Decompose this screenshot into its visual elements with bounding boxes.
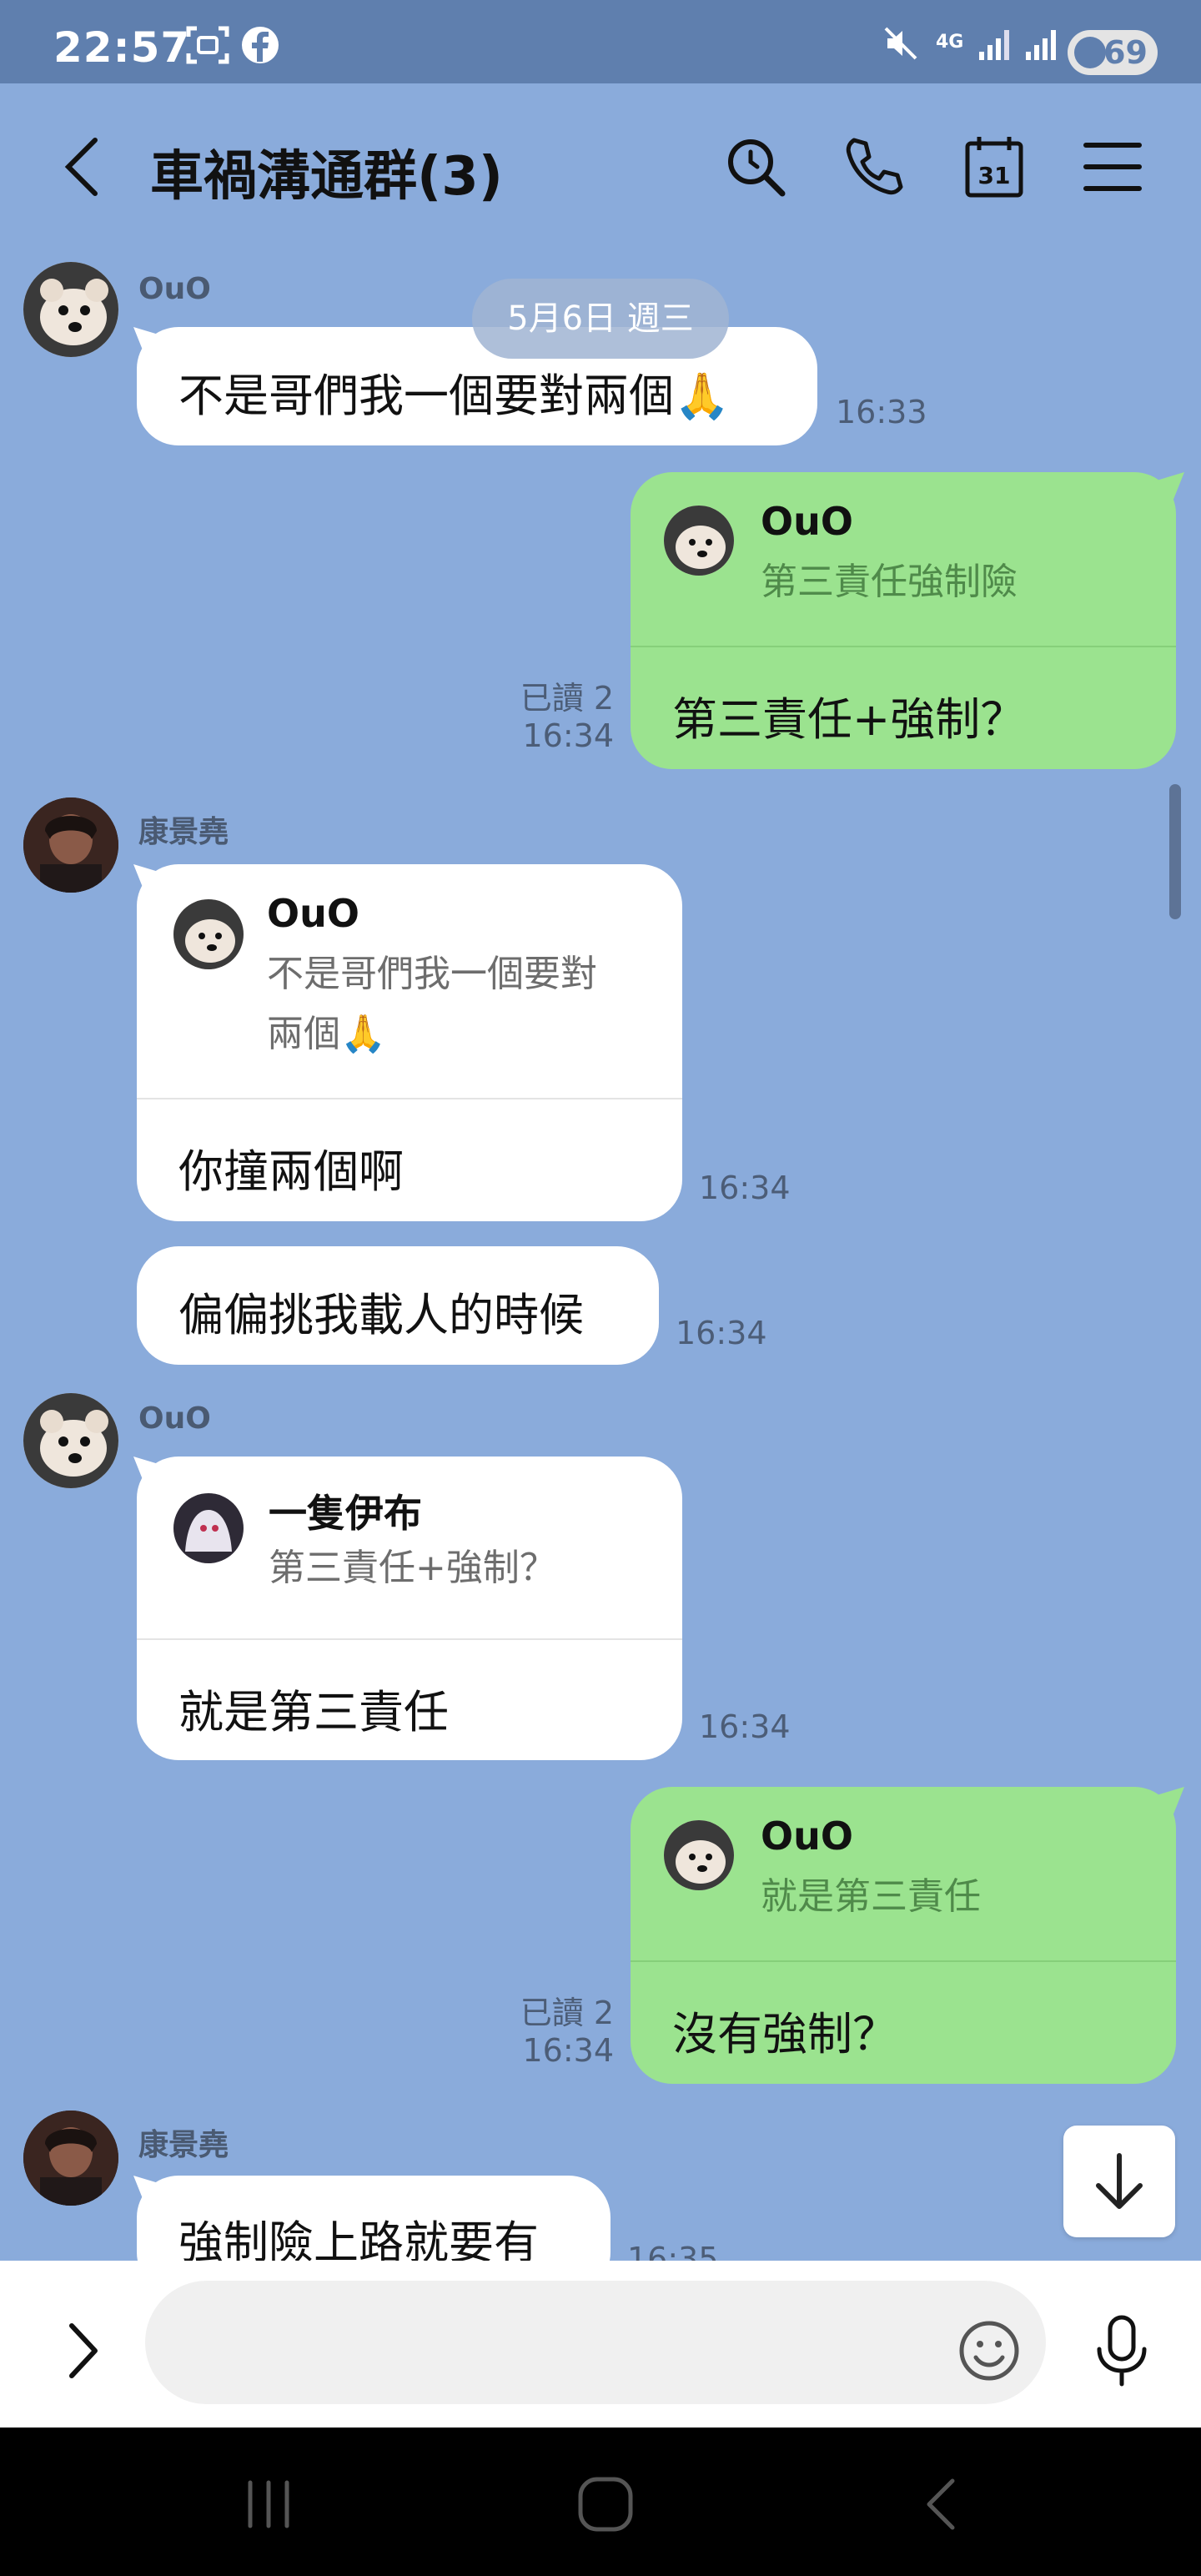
message-text: 你撞兩個啊 (178, 1145, 404, 1198)
bubble-tail (1151, 1787, 1184, 1820)
message-text: 第三責任+強制？ (672, 693, 1026, 746)
message-bubble[interactable]: 強制險上路就要有 (137, 2176, 611, 2261)
battery-icon: 69 (1068, 30, 1158, 75)
message-bubble[interactable]: 偏偏挑我載人的時候 (137, 1246, 659, 1365)
recent-apps-icon[interactable] (235, 2471, 302, 2538)
message-time: 16:34 (522, 2032, 614, 2069)
message-text: 不是哥們我一個要對兩個🙏 (178, 370, 731, 422)
status-bar: 22:57 4G 69 (0, 0, 1201, 83)
reply-quote: 第三責任+強制？ (269, 1547, 556, 1589)
network-type: 4G (936, 32, 964, 53)
date-separator: 5月6日 週三 (472, 279, 729, 359)
sender-name: 康景堯 (138, 815, 229, 849)
message-time: 16:34 (676, 1315, 767, 1351)
reply-sender-name: OuO (761, 1814, 853, 1859)
reply-sender-name: OuO (761, 499, 853, 544)
reply-quote: 兩個🙏 (267, 1013, 386, 1055)
message-time: 16:34 (699, 1170, 791, 1206)
mute-icon (884, 27, 917, 60)
reply-divider (631, 646, 1176, 647)
status-time: 22:57 (53, 23, 191, 72)
dog-avatar-icon (664, 1820, 734, 1890)
dog-avatar-icon (664, 506, 734, 576)
read-receipt: 已讀 2 (520, 1995, 614, 2031)
message-input[interactable] (145, 2281, 1046, 2404)
system-navigation-bar (0, 2428, 1201, 2576)
home-icon[interactable] (572, 2471, 639, 2538)
search-icon[interactable] (721, 132, 791, 202)
read-receipt: 已讀 2 (520, 680, 614, 717)
reply-avatar (173, 1493, 244, 1563)
dog-avatar-icon (23, 262, 118, 357)
message-text: 偏偏挑我載人的時候 (178, 1289, 584, 1341)
message-bubble-own[interactable]: OuO 第三責任強制險 第三責任+強制？ (631, 472, 1176, 769)
reply-divider (631, 1960, 1176, 1962)
message-text: 就是第三責任 (178, 1686, 449, 1738)
reply-avatar (173, 899, 244, 969)
back-nav-icon[interactable] (909, 2471, 976, 2538)
message-time: 16:33 (836, 394, 927, 430)
calendar-day: 31 (978, 162, 1011, 189)
message-time: 16:34 (522, 717, 614, 754)
bubble-tail (1151, 472, 1184, 506)
person-avatar-icon (23, 2111, 118, 2206)
menu-icon[interactable] (1078, 132, 1148, 202)
battery-saver-icon (1074, 37, 1106, 68)
signal-icon (979, 30, 1056, 60)
calendar-icon[interactable]: 31 (959, 132, 1029, 202)
screenshot-icon (186, 26, 229, 64)
message-bubble[interactable]: OuO 不是哥們我一個要對 兩個🙏 你撞兩個啊 (137, 864, 682, 1221)
chat-header: 車禍溝通群(3) 31 (0, 83, 1201, 250)
sender-name: OuO (138, 272, 211, 306)
message-time: 16:35 (627, 2241, 719, 2261)
call-icon[interactable] (839, 132, 909, 202)
chevron-right-icon[interactable] (58, 2317, 108, 2384)
microphone-icon[interactable] (1093, 2312, 1151, 2389)
reply-quote: 不是哥們我一個要對 (267, 953, 597, 995)
sender-name: OuO (138, 1401, 211, 1436)
avatar[interactable] (23, 797, 118, 893)
message-text: 強制險上路就要有 (178, 2216, 539, 2261)
avatar[interactable] (23, 2111, 118, 2206)
avatar[interactable] (23, 262, 118, 357)
person-avatar-icon (23, 797, 118, 893)
reply-quote: 第三責任強制險 (761, 561, 1018, 603)
reply-divider (137, 1638, 682, 1640)
reply-sender-name: OuO (267, 891, 359, 936)
battery-level: 69 (1103, 34, 1148, 71)
avatar[interactable] (23, 1393, 118, 1488)
reply-avatar (664, 1820, 734, 1890)
arrow-down-icon (1096, 2153, 1143, 2209)
reply-avatar (664, 506, 734, 576)
dog-avatar-icon (173, 899, 244, 969)
character-avatar-icon (173, 1493, 244, 1563)
message-time: 16:34 (699, 1708, 791, 1745)
message-text: 沒有強制？ (672, 2008, 897, 2060)
reply-divider (137, 1098, 682, 1099)
scrollbar-thumb[interactable] (1169, 784, 1181, 919)
dog-avatar-icon (23, 1393, 118, 1488)
emoji-icon[interactable] (956, 2317, 1023, 2384)
facebook-icon (242, 27, 279, 63)
reply-sender-name: 一隻伊布 (269, 1491, 422, 1536)
message-bubble[interactable]: 一隻伊布 第三責任+強制？ 就是第三責任 (137, 1457, 682, 1760)
back-icon[interactable] (48, 132, 118, 202)
message-input-bar (0, 2261, 1201, 2428)
chat-area[interactable]: OuO 不是哥們我一個要對兩個🙏 16:33 5月6日 週三 OuO 第三責任強… (0, 250, 1201, 2261)
reply-quote: 就是第三責任 (761, 1875, 981, 1918)
message-bubble-own[interactable]: OuO 就是第三責任 沒有強制？ (631, 1787, 1176, 2084)
scroll-to-bottom-button[interactable] (1063, 2126, 1175, 2237)
sender-name: 康景堯 (138, 2128, 229, 2162)
chat-title: 車禍溝通群(3) (150, 146, 504, 208)
